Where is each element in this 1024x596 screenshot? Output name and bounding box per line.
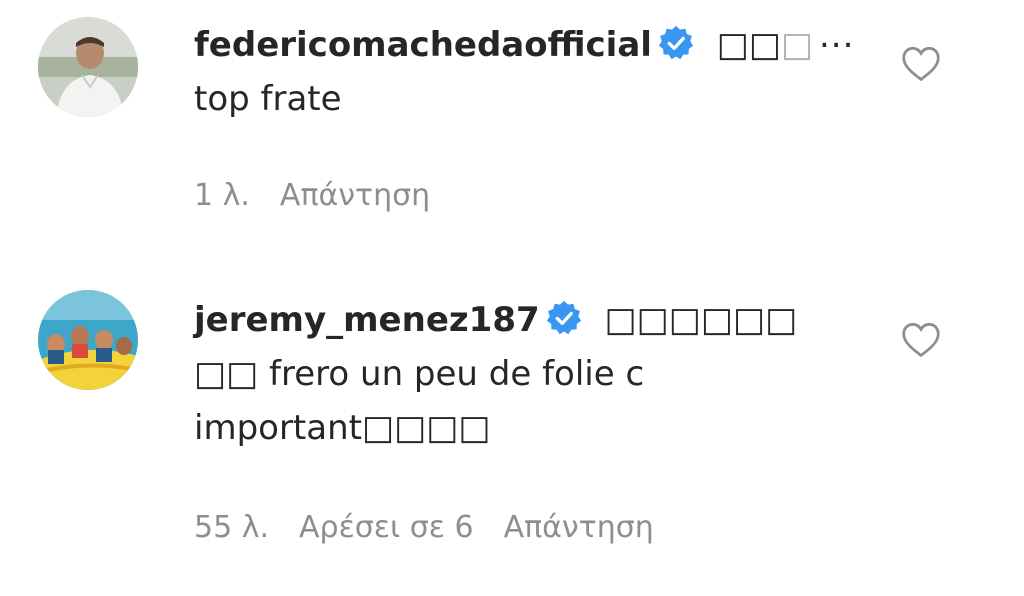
heart-icon[interactable] bbox=[900, 320, 942, 358]
comment-meta: 55 λ. Αρέσει σε 6 Απάντηση bbox=[194, 510, 684, 545]
likes-count[interactable]: Αρέσει σε 6 bbox=[299, 510, 474, 545]
more-button[interactable]: ... bbox=[819, 16, 854, 56]
reply-button[interactable]: Απάντηση bbox=[504, 510, 654, 545]
avatar[interactable] bbox=[38, 17, 138, 117]
avatar-image bbox=[38, 17, 138, 117]
reply-button[interactable]: Απάντηση bbox=[280, 178, 430, 213]
comment-text: □□ frero un peu de folie c bbox=[194, 354, 645, 394]
comment-username[interactable]: federicomachedaofficial bbox=[194, 25, 652, 65]
avatar[interactable] bbox=[38, 290, 138, 390]
comment-text: top frate bbox=[194, 79, 342, 119]
comment-emoji: □□ bbox=[716, 25, 781, 65]
comment-time[interactable]: 1 λ. bbox=[194, 178, 250, 213]
comment-username[interactable]: jeremy_menez187 bbox=[194, 300, 540, 340]
comment-meta: 1 λ. Απάντηση bbox=[194, 178, 460, 213]
comment-time[interactable]: 55 λ. bbox=[194, 510, 269, 545]
avatar-image bbox=[38, 290, 138, 390]
comment-text: important□□□□ bbox=[194, 408, 491, 448]
heart-icon[interactable] bbox=[900, 44, 942, 82]
comment-emoji: □□□□□□ bbox=[604, 300, 798, 340]
comment-emoji-faded: □ bbox=[781, 25, 814, 65]
verified-badge-icon bbox=[546, 300, 581, 335]
verified-badge-icon bbox=[658, 25, 694, 60]
